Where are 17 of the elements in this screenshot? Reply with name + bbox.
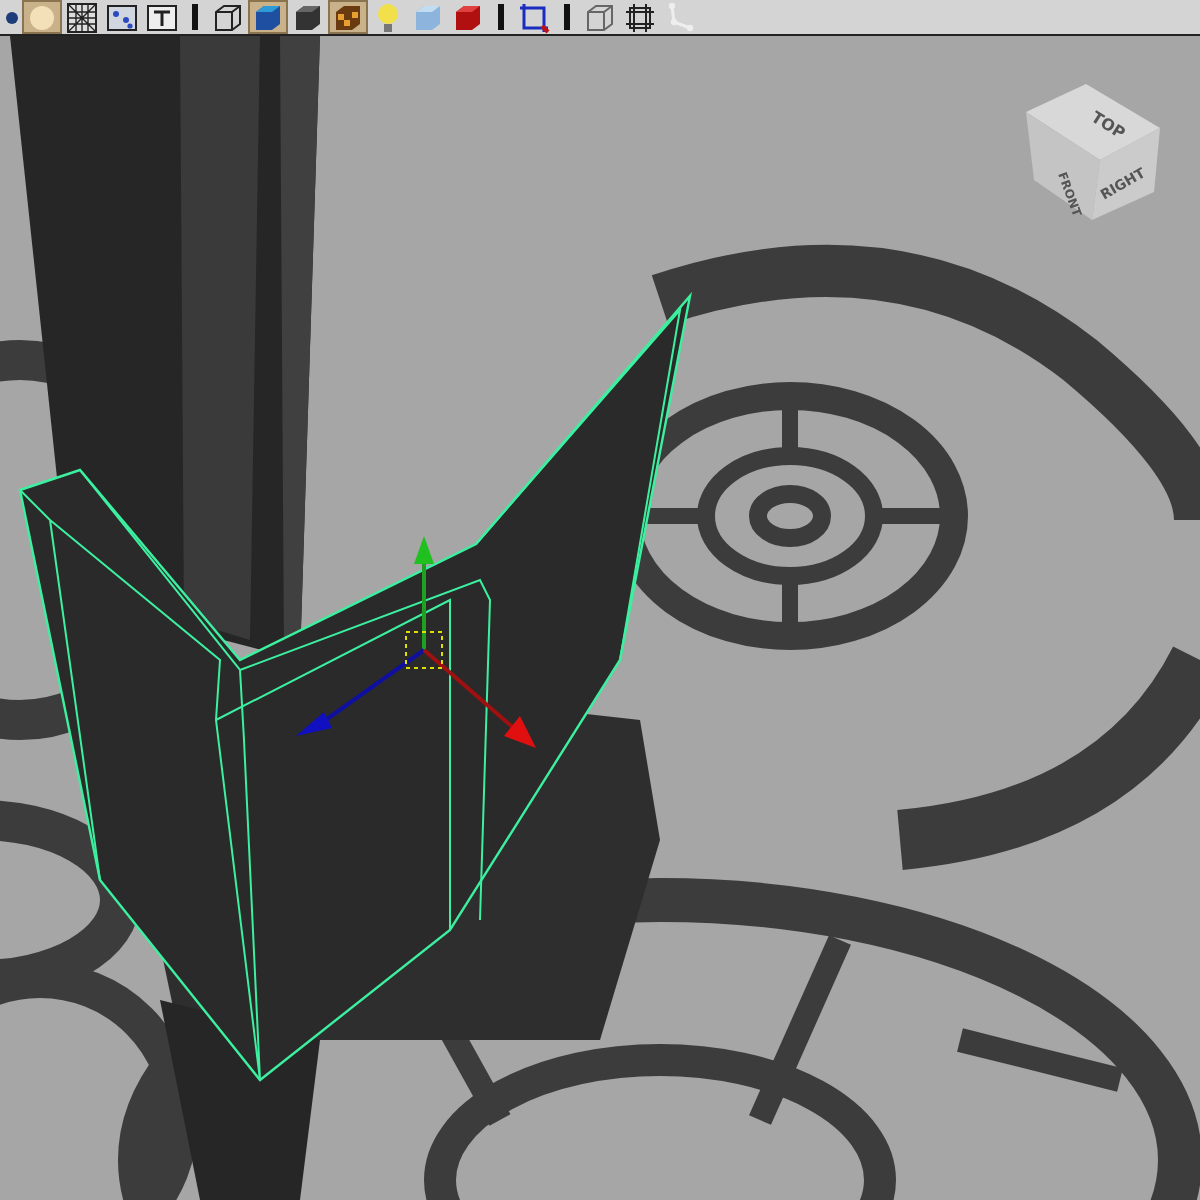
toolbar-button[interactable]: [62, 0, 102, 34]
shaded-cube-icon: [252, 1, 284, 33]
light-bulb-icon: [372, 1, 404, 33]
toolbar-separator: [192, 4, 198, 30]
toolbar-separator: [564, 4, 570, 30]
material-cube-icon: [452, 1, 484, 33]
solid-cube-icon: [292, 1, 324, 33]
toolbar-button[interactable]: [102, 0, 142, 34]
sphere-icon: [26, 1, 58, 33]
toolbar-button[interactable]: [142, 0, 182, 34]
frame-gate-icon: [518, 1, 550, 33]
dot-icon: [5, 11, 17, 23]
xray-cube-icon: [584, 1, 616, 33]
joint-icon: [664, 1, 696, 33]
toolbar-separator: [498, 4, 504, 30]
translucent-cube-icon: [412, 1, 444, 33]
textured-cube-icon: [332, 1, 364, 33]
